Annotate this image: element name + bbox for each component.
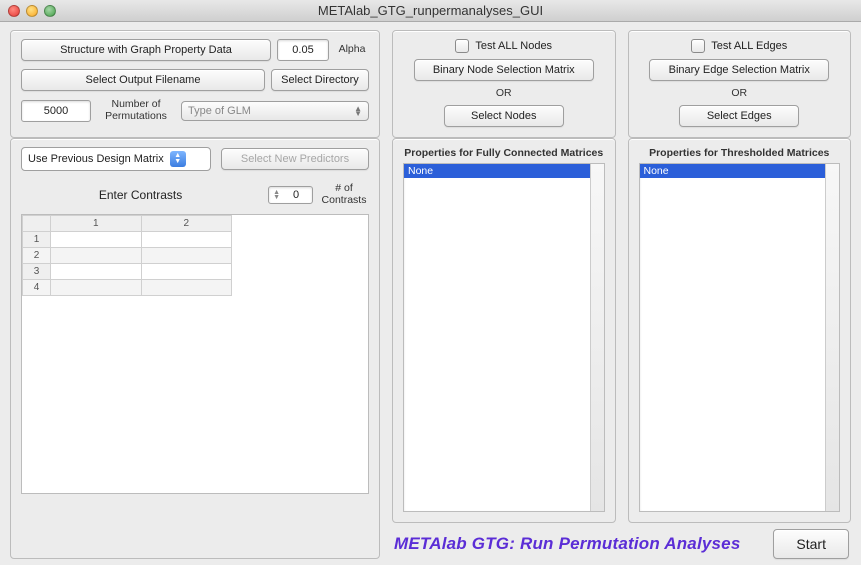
design-matrix-dropdown[interactable]: Use Previous Design Matrix ▲▼: [21, 147, 211, 171]
design-panel: Use Previous Design Matrix ▲▼ Select New…: [10, 138, 380, 559]
select-nodes-button[interactable]: Select Nodes: [444, 105, 564, 127]
select-edges-button[interactable]: Select Edges: [679, 105, 799, 127]
table-corner: [23, 216, 51, 232]
test-all-edges-label: Test ALL Edges: [711, 40, 787, 52]
glm-type-dropdown[interactable]: Type of GLM ▲▼: [181, 101, 369, 121]
full-matrices-panel: Properties for Fully Connected Matrices …: [392, 138, 616, 523]
table-cell[interactable]: [141, 264, 232, 280]
table-col-header: 1: [51, 216, 142, 232]
chevron-updown-icon: ▲▼: [170, 151, 186, 167]
table-row-header: 1: [23, 232, 51, 248]
design-matrix-value: Use Previous Design Matrix: [28, 153, 164, 165]
traffic-lights: [8, 5, 56, 17]
table-row-header: 4: [23, 280, 51, 296]
glm-type-placeholder: Type of GLM: [188, 105, 251, 117]
chevron-updown-icon: ▲▼: [273, 190, 280, 200]
nodes-or-label: OR: [496, 87, 512, 99]
edge-matrix-button[interactable]: Binary Edge Selection Matrix: [649, 59, 829, 81]
table-cell[interactable]: [51, 280, 142, 296]
list-item[interactable]: None: [404, 164, 590, 178]
test-all-edges-checkbox[interactable]: [691, 39, 705, 53]
titlebar: METAlab_GTG_runpermanalyses_GUI: [0, 0, 861, 22]
footer-title: METAlab GTG: Run Permutation Analyses: [394, 534, 741, 554]
contrast-table[interactable]: 1 2 1 2 3 4: [21, 214, 369, 494]
alpha-field[interactable]: 0.05: [277, 39, 329, 61]
window-title: METAlab_GTG_runpermanalyses_GUI: [0, 3, 861, 18]
full-matrices-title: Properties for Fully Connected Matrices: [403, 147, 605, 159]
config-panel: Structure with Graph Property Data 0.05 …: [10, 30, 380, 138]
start-button[interactable]: Start: [773, 529, 849, 559]
thresh-matrices-panel: Properties for Thresholded Matrices None: [628, 138, 852, 523]
select-directory-button[interactable]: Select Directory: [271, 69, 369, 91]
minimize-icon[interactable]: [26, 5, 38, 17]
num-contrasts-label: # of Contrasts: [319, 183, 369, 206]
footer: METAlab GTG: Run Permutation Analyses St…: [392, 523, 851, 559]
full-matrices-listbox[interactable]: None: [403, 163, 605, 512]
nodes-panel: Test ALL Nodes Binary Node Selection Mat…: [392, 30, 616, 138]
table-cell[interactable]: [51, 232, 142, 248]
table-row-header: 2: [23, 248, 51, 264]
thresh-matrices-listbox[interactable]: None: [639, 163, 841, 512]
output-filename-button[interactable]: Select Output Filename: [21, 69, 265, 91]
edges-panel: Test ALL Edges Binary Edge Selection Mat…: [628, 30, 852, 138]
alpha-label: Alpha: [335, 44, 369, 56]
scrollbar[interactable]: [590, 164, 604, 511]
close-icon[interactable]: [8, 5, 20, 17]
enter-contrasts-label: Enter Contrasts: [21, 188, 260, 202]
node-matrix-button[interactable]: Binary Node Selection Matrix: [414, 59, 594, 81]
chevron-updown-icon: ▲▼: [354, 106, 362, 116]
table-row-header: 3: [23, 264, 51, 280]
scrollbar[interactable]: [825, 164, 839, 511]
num-contrasts-value: 0: [284, 189, 308, 201]
table-cell[interactable]: [141, 280, 232, 296]
table-cell[interactable]: [141, 248, 232, 264]
num-contrasts-stepper[interactable]: ▲▼ 0: [268, 186, 313, 204]
structure-data-button[interactable]: Structure with Graph Property Data: [21, 39, 271, 61]
select-new-predictors-button[interactable]: Select New Predictors: [221, 148, 369, 170]
table-col-header: 2: [141, 216, 232, 232]
test-all-nodes-label: Test ALL Nodes: [475, 40, 552, 52]
edges-or-label: OR: [731, 87, 747, 99]
thresh-matrices-title: Properties for Thresholded Matrices: [639, 147, 841, 159]
permutations-field[interactable]: 5000: [21, 100, 91, 122]
table-cell[interactable]: [51, 264, 142, 280]
list-item[interactable]: None: [640, 164, 826, 178]
table-cell[interactable]: [51, 248, 142, 264]
zoom-icon[interactable]: [44, 5, 56, 17]
test-all-nodes-checkbox[interactable]: [455, 39, 469, 53]
table-cell[interactable]: [141, 232, 232, 248]
permutations-label: Number of Permutations: [97, 99, 175, 122]
